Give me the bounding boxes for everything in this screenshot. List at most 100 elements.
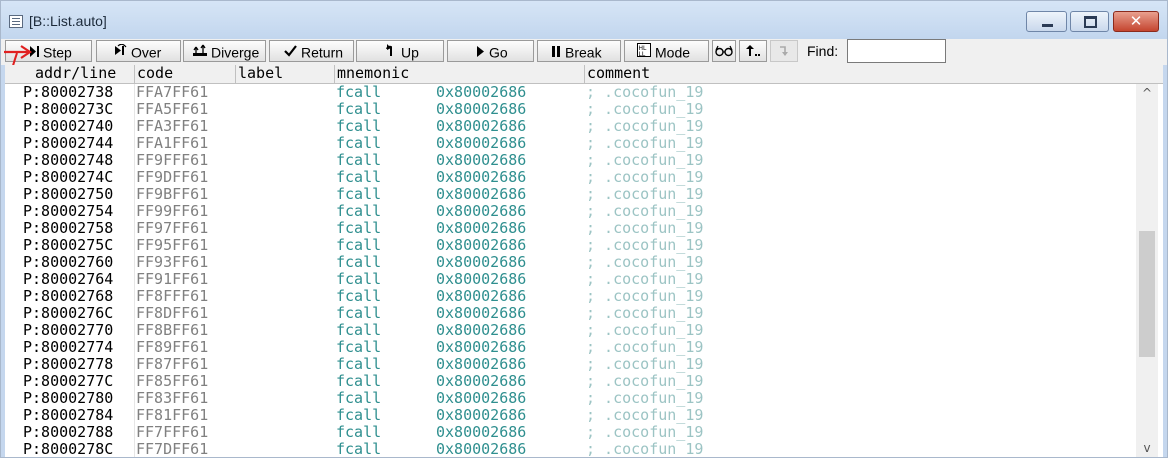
comment-cell: ; .cocofun_19 bbox=[586, 372, 704, 390]
comment-cell: ; .cocofun_19 bbox=[586, 253, 704, 271]
addr-cell: P:80002780 bbox=[23, 389, 114, 407]
disabled-button[interactable] bbox=[770, 40, 798, 62]
comment-cell: ; .cocofun_19 bbox=[586, 304, 704, 322]
vertical-scrollbar[interactable]: ^ v bbox=[1136, 84, 1158, 457]
table-row[interactable]: P:8000277C FF85FF61 fcall 0x80002686 ; .coco… bbox=[5, 373, 1135, 390]
col-addr[interactable]: addr/line bbox=[5, 65, 134, 83]
title-bar[interactable]: [B::List.auto] ✕ bbox=[1, 1, 1167, 39]
col-comment[interactable]: comment bbox=[584, 65, 1136, 83]
table-row[interactable]: P:80002764 FF91FF61 fcall 0x80002686 ; .coco… bbox=[5, 271, 1135, 288]
table-row[interactable]: P:8000273C FFA5FF61 fcall 0x80002686 ; .coco… bbox=[5, 101, 1135, 118]
table-row[interactable]: P:8000274C FF9DFF61 fcall 0x80002686 ; .coco… bbox=[5, 169, 1135, 186]
code-cell: FF7FFF61 bbox=[136, 423, 209, 441]
operand-cell: 0x80002686 bbox=[436, 134, 527, 152]
table-row[interactable]: P:8000276C FF8DFF61 fcall 0x80002686 ; .coco… bbox=[5, 305, 1135, 322]
code-cell: FF99FF61 bbox=[136, 202, 209, 220]
view-button[interactable] bbox=[712, 40, 736, 62]
break-button[interactable]: Break bbox=[537, 40, 621, 62]
operand-cell: 0x80002686 bbox=[436, 338, 527, 356]
table-row[interactable]: P:80002768 FF8FFF61 fcall 0x80002686 ; .coco… bbox=[5, 288, 1135, 305]
maximize-button[interactable] bbox=[1070, 11, 1109, 32]
addr-cell: P:8000274C bbox=[23, 168, 114, 186]
goto-caller-button[interactable] bbox=[739, 40, 767, 62]
code-cell: FFA5FF61 bbox=[136, 100, 209, 118]
disassembly-list[interactable]: addr/line code label mnemonic comment P:… bbox=[5, 65, 1163, 457]
go-button[interactable]: Go bbox=[447, 40, 534, 62]
table-row[interactable]: P:80002754 FF99FF61 fcall 0x80002686 ; .coco… bbox=[5, 203, 1135, 220]
operand-cell: 0x80002686 bbox=[436, 100, 527, 118]
comment-cell: ; .cocofun_19 bbox=[586, 287, 704, 305]
addr-cell: P:80002778 bbox=[23, 355, 114, 373]
mnemonic-cell: fcall bbox=[336, 423, 382, 441]
code-cell: FF9FFF61 bbox=[136, 151, 209, 169]
addr-cell: P:80002758 bbox=[23, 219, 114, 237]
table-row[interactable]: P:8000275C FF95FF61 fcall 0x80002686 ; .coco… bbox=[5, 237, 1135, 254]
operand-cell: 0x80002686 bbox=[436, 117, 527, 135]
mnemonic-cell: fcall bbox=[336, 355, 382, 373]
comment-cell: ; .cocofun_19 bbox=[586, 355, 704, 373]
table-row[interactable]: P:80002770 FF8BFF61 fcall 0x80002686 ; .coco… bbox=[5, 322, 1135, 339]
operand-cell: 0x80002686 bbox=[436, 168, 527, 186]
operand-cell: 0x80002686 bbox=[436, 219, 527, 237]
code-cell: FF93FF61 bbox=[136, 253, 209, 271]
scrollbar-thumb[interactable] bbox=[1139, 231, 1155, 357]
mode-button[interactable]: HL LL Mode bbox=[624, 40, 709, 62]
addr-cell: P:80002740 bbox=[23, 117, 114, 135]
table-row[interactable]: P:80002774 FF89FF61 fcall 0x80002686 ; .coco… bbox=[5, 339, 1135, 356]
go-label: Go bbox=[489, 44, 508, 61]
mnemonic-cell: fcall bbox=[336, 304, 382, 322]
mnemonic-cell: fcall bbox=[336, 134, 382, 152]
operand-cell: 0x80002686 bbox=[436, 389, 527, 407]
over-button[interactable]: Over bbox=[96, 40, 181, 62]
find-input[interactable] bbox=[847, 39, 946, 63]
scroll-down-icon[interactable]: v bbox=[1136, 439, 1158, 457]
addr-cell: P:80002754 bbox=[23, 202, 114, 220]
operand-cell: 0x80002686 bbox=[436, 236, 527, 254]
addr-cell: P:80002784 bbox=[23, 406, 114, 424]
table-row[interactable]: P:8000278C FF7DFF61 fcall 0x80002686 ; .coco… bbox=[5, 440, 1135, 458]
code-cell: FFA7FF61 bbox=[136, 83, 209, 101]
table-row[interactable]: P:80002740 FFA3FF61 fcall 0x80002686 ; .coco… bbox=[5, 118, 1135, 135]
diverge-button[interactable]: Diverge bbox=[183, 40, 266, 62]
mnemonic-cell: fcall bbox=[336, 185, 382, 203]
table-row[interactable]: P:80002788 FF7FFF61 fcall 0x80002686 ; .coco… bbox=[5, 424, 1135, 441]
up-button[interactable]: Up bbox=[356, 40, 444, 62]
comment-cell: ; .cocofun_19 bbox=[586, 117, 704, 135]
table-row[interactable]: P:80002744 FFA1FF61 fcall 0x80002686 ; .coco… bbox=[5, 135, 1135, 152]
table-row[interactable]: P:80002758 FF97FF61 fcall 0x80002686 ; .coco… bbox=[5, 220, 1135, 237]
over-label: Over bbox=[131, 44, 162, 61]
addr-cell: P:80002788 bbox=[23, 423, 114, 441]
code-cell: FFA1FF61 bbox=[136, 134, 209, 152]
operand-cell: 0x80002686 bbox=[436, 270, 527, 288]
comment-cell: ; .cocofun_19 bbox=[586, 202, 704, 220]
col-label[interactable]: label bbox=[235, 65, 334, 83]
table-row[interactable]: P:80002738 FFA7FF61 fcall 0x80002686 ; .coco… bbox=[5, 84, 1135, 101]
mnemonic-cell: fcall bbox=[336, 321, 382, 339]
mnemonic-cell: fcall bbox=[336, 406, 382, 424]
addr-cell: P:8000277C bbox=[23, 372, 114, 390]
comment-cell: ; .cocofun_19 bbox=[586, 406, 704, 424]
addr-cell: P:8000275C bbox=[23, 236, 114, 254]
comment-cell: ; .cocofun_19 bbox=[586, 100, 704, 118]
minimize-button[interactable] bbox=[1026, 11, 1067, 32]
return-button[interactable]: Return bbox=[269, 40, 354, 62]
table-row[interactable]: P:80002748 FF9FFF61 fcall 0x80002686 ; .coco… bbox=[5, 152, 1135, 169]
table-row[interactable]: P:80002778 FF87FF61 fcall 0x80002686 ; .coco… bbox=[5, 356, 1135, 373]
addr-cell: P:8000273C bbox=[23, 100, 114, 118]
return-label: Return bbox=[301, 44, 344, 61]
table-row[interactable]: P:80002784 FF81FF61 fcall 0x80002686 ; .coco… bbox=[5, 407, 1135, 424]
mnemonic-cell: fcall bbox=[336, 372, 382, 390]
col-mnemonic[interactable]: mnemonic bbox=[334, 65, 584, 83]
scroll-up-icon[interactable]: ^ bbox=[1136, 84, 1158, 102]
col-code[interactable]: code bbox=[134, 65, 235, 83]
mode-label: Mode bbox=[655, 44, 691, 61]
list-window: [B::List.auto] ✕ Step Over Diverge Retur… bbox=[0, 0, 1168, 458]
operand-cell: 0x80002686 bbox=[436, 440, 527, 458]
table-row[interactable]: P:80002780 FF83FF61 fcall 0x80002686 ; .coco… bbox=[5, 390, 1135, 407]
mnemonic-cell: fcall bbox=[336, 202, 382, 220]
table-row[interactable]: P:80002750 FF9BFF61 fcall 0x80002686 ; .coco… bbox=[5, 186, 1135, 203]
close-button[interactable]: ✕ bbox=[1113, 11, 1159, 32]
addr-cell: P:8000276C bbox=[23, 304, 114, 322]
table-row[interactable]: P:80002760 FF93FF61 fcall 0x80002686 ; .coco… bbox=[5, 254, 1135, 271]
toolbar: Step Over Diverge Return Up Go Break HL … bbox=[1, 39, 1167, 65]
